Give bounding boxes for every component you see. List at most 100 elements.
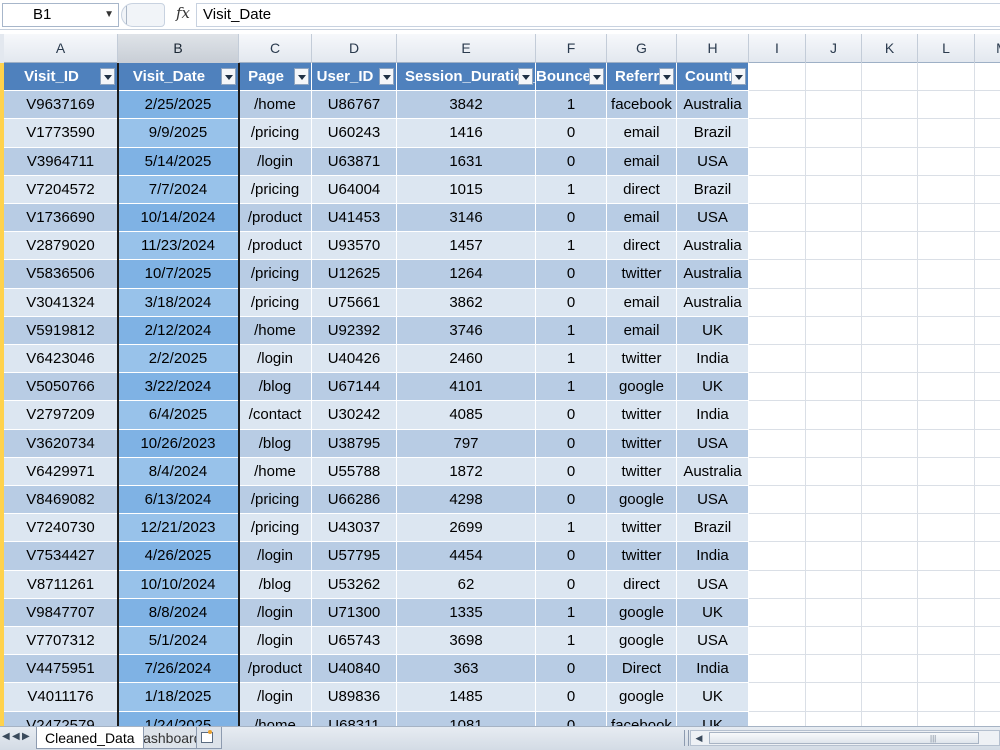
table-cell[interactable]: google [607,627,677,656]
empty-cell[interactable] [975,598,1000,627]
table-cell[interactable]: UK [677,598,749,627]
tab-split-handle[interactable] [684,730,689,746]
empty-cell[interactable] [975,204,1000,233]
empty-cell[interactable] [862,373,918,402]
filter-dropdown-icon[interactable] [379,68,394,85]
table-cell[interactable]: V7707312 [4,627,118,656]
empty-cell[interactable] [975,486,1000,515]
table-cell[interactable]: UK [677,316,749,345]
table-cell[interactable]: Brazil [677,119,749,148]
empty-cell[interactable] [749,570,806,599]
table-cell[interactable]: Brazil [677,514,749,543]
empty-cell[interactable] [918,204,975,233]
empty-cell[interactable] [975,373,1000,402]
filter-dropdown-icon[interactable] [659,68,674,85]
table-cell[interactable]: 1 [536,373,607,402]
empty-cell[interactable] [806,570,862,599]
table-cell[interactable]: U68311 [312,711,397,726]
header-cell-page[interactable]: Page [239,63,312,92]
empty-cell[interactable] [862,204,918,233]
table-cell[interactable]: Australia [677,260,749,289]
table-cell[interactable]: 1264 [397,260,536,289]
table-cell[interactable]: V2879020 [4,232,118,261]
table-cell[interactable]: 0 [536,457,607,486]
table-cell[interactable]: 3146 [397,204,536,233]
empty-cell[interactable] [862,486,918,515]
header-cell-visit-date[interactable]: Visit_Date [118,63,239,92]
table-cell[interactable]: U43037 [312,514,397,543]
table-cell[interactable]: V9847707 [4,598,118,627]
empty-cell[interactable] [975,147,1000,176]
table-cell[interactable]: 2/12/2024 [118,316,239,345]
table-cell[interactable]: /pricing [239,514,312,543]
table-cell[interactable]: USA [677,627,749,656]
filter-dropdown-icon[interactable] [589,68,604,85]
empty-cell[interactable] [806,288,862,317]
empty-cell[interactable] [918,63,975,92]
table-cell[interactable]: U40426 [312,345,397,374]
empty-cell[interactable] [862,91,918,120]
table-cell[interactable]: Australia [677,91,749,120]
next-sheet-icon[interactable]: ▶ [22,731,30,742]
empty-cell[interactable] [975,175,1000,204]
empty-cell[interactable] [918,91,975,120]
table-cell[interactable]: U92392 [312,316,397,345]
table-cell[interactable]: V8469082 [4,486,118,515]
empty-cell[interactable] [806,91,862,120]
empty-cell[interactable] [806,401,862,430]
table-cell[interactable]: 0 [536,147,607,176]
table-cell[interactable]: Australia [677,457,749,486]
table-cell[interactable]: /product [239,204,312,233]
table-cell[interactable]: USA [677,147,749,176]
table-cell[interactable]: 10/10/2024 [118,570,239,599]
table-cell[interactable]: U12625 [312,260,397,289]
table-cell[interactable]: /pricing [239,486,312,515]
table-cell[interactable]: 10/26/2023 [118,429,239,458]
table-cell[interactable]: 1 [536,175,607,204]
column-header-b[interactable]: B [118,34,239,63]
empty-cell[interactable] [918,175,975,204]
table-cell[interactable]: /pricing [239,175,312,204]
table-cell[interactable]: 1485 [397,683,536,712]
empty-cell[interactable] [749,119,806,148]
table-cell[interactable]: 10/14/2024 [118,204,239,233]
table-cell[interactable]: 2/25/2025 [118,91,239,120]
table-cell[interactable]: USA [677,486,749,515]
table-cell[interactable]: /blog [239,373,312,402]
empty-cell[interactable] [918,119,975,148]
empty-cell[interactable] [975,429,1000,458]
table-cell[interactable]: 6/13/2024 [118,486,239,515]
empty-cell[interactable] [806,260,862,289]
column-header-h[interactable]: H [677,34,749,63]
table-cell[interactable]: 4298 [397,486,536,515]
empty-cell[interactable] [749,345,806,374]
table-cell[interactable]: V2797209 [4,401,118,430]
table-cell[interactable]: India [677,401,749,430]
horizontal-scrollbar[interactable]: ◀ ||| [690,730,1000,746]
empty-cell[interactable] [862,147,918,176]
empty-cell[interactable] [918,542,975,571]
table-cell[interactable]: /login [239,683,312,712]
table-cell[interactable]: email [607,147,677,176]
table-cell[interactable]: V4475951 [4,655,118,684]
table-cell[interactable]: google [607,373,677,402]
empty-cell[interactable] [975,683,1000,712]
empty-cell[interactable] [806,683,862,712]
empty-cell[interactable] [975,91,1000,120]
empty-cell[interactable] [806,542,862,571]
table-cell[interactable]: 1 [536,345,607,374]
table-cell[interactable]: twitter [607,429,677,458]
table-cell[interactable]: 1872 [397,457,536,486]
empty-cell[interactable] [975,655,1000,684]
table-cell[interactable]: 5/1/2024 [118,627,239,656]
table-cell[interactable]: direct [607,232,677,261]
column-header-d[interactable]: D [312,34,397,63]
table-cell[interactable]: twitter [607,457,677,486]
table-cell[interactable]: U40840 [312,655,397,684]
table-cell[interactable]: 9/9/2025 [118,119,239,148]
empty-cell[interactable] [749,91,806,120]
table-cell[interactable]: facebook [607,91,677,120]
table-cell[interactable]: /pricing [239,260,312,289]
table-cell[interactable]: 4085 [397,401,536,430]
filter-dropdown-icon[interactable] [731,68,746,85]
